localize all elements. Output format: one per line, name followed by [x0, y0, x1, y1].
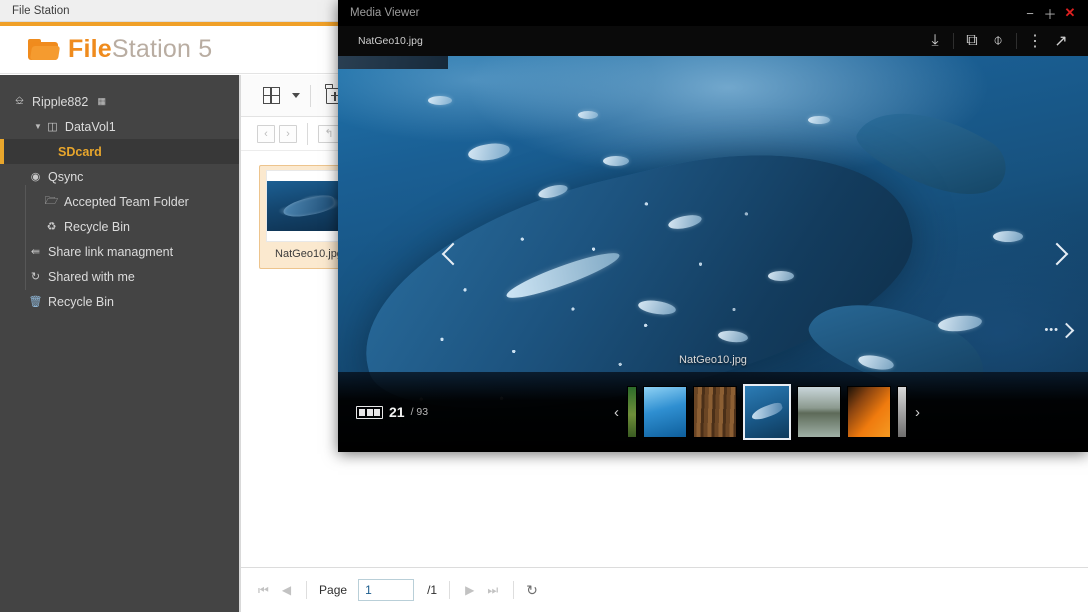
pager-first-button[interactable]: ⏮ [255, 583, 272, 598]
sidebar-item-ripple882[interactable]: ⎒ Ripple882 ▦ [0, 89, 239, 114]
cast-screen-icon[interactable]: ⌽ [985, 32, 1011, 50]
more-menu-icon[interactable]: ⋮ [1022, 31, 1048, 51]
sidebar-item-datavol1[interactable]: ▼ ◫ DataVol1 [0, 114, 239, 139]
pager-divider [449, 581, 450, 599]
pager-divider [513, 581, 514, 599]
sidebar-item-accepted-team-folder[interactable]: 🗁 Accepted Team Folder [0, 189, 239, 214]
media-viewer-toolbar: NatGeo10.jpg ⤓ ⧉ ⌽ ⋮ ↗ [338, 26, 1088, 56]
sidebar: ⎒ Ripple882 ▦ ▼ ◫ DataVol1 SDcard ◉ Qsyn… [0, 75, 240, 612]
photo-counter: 21 / 93 [356, 404, 506, 420]
file-name-label: NatGeo10.jpg [275, 248, 343, 260]
sidebar-item-label: SDcard [58, 145, 102, 159]
filmstrip-thumb[interactable] [643, 386, 687, 438]
prev-photo-button[interactable] [436, 232, 470, 276]
refresh-icon[interactable]: ↻ [526, 582, 538, 599]
grid-view-icon [263, 87, 280, 104]
sidebar-item-shared-with-me[interactable]: ↻ Shared with me [0, 264, 239, 289]
selection-indicator [0, 139, 4, 164]
sidebar-item-recycle-bin[interactable]: 🗑 Recycle Bin [0, 289, 239, 314]
logo-bold-part: File [68, 35, 112, 63]
app-logo-text: FileStation 5 [68, 35, 212, 64]
filmstrip-thumb[interactable] [897, 386, 907, 438]
filmstrip-icon [356, 406, 383, 419]
sidebar-item-label: Accepted Team Folder [64, 195, 189, 209]
volume-icon: ◫ [45, 120, 60, 133]
chevron-left-icon [442, 243, 465, 266]
media-viewer-titlebar: Media Viewer − ＋ ✕ [338, 0, 1088, 26]
ellipsis-icon: ••• [1044, 324, 1059, 336]
pager-prev-button[interactable]: ◀ [279, 583, 294, 597]
counter-total: / 93 [411, 406, 429, 418]
chevron-right-icon [1059, 322, 1075, 338]
pager-divider [306, 581, 307, 599]
qsync-icon: ◉ [28, 170, 43, 183]
filmstrip-thumb[interactable] [797, 386, 841, 438]
nas-server-icon: ⎒ [12, 95, 27, 108]
recycle-icon: ♻ [44, 220, 59, 233]
sidebar-item-label: Recycle Bin [48, 295, 114, 309]
share-link-icon: ⇚ [28, 245, 43, 258]
pager-last-button[interactable]: ⏭ [484, 583, 501, 598]
close-button[interactable]: ✕ [1060, 5, 1080, 21]
trash-icon: 🗑 [28, 295, 43, 308]
grid-view-button[interactable] [257, 82, 285, 110]
sidebar-item-label: Shared with me [48, 270, 135, 284]
chevron-down-icon: ▼ [34, 122, 42, 131]
view-mode-chevron-down-icon[interactable] [292, 93, 300, 98]
media-viewer-stage: ••• NatGeo10.jpg 21 / 93 ‹ [338, 56, 1088, 452]
grid-dots-icon: ▦ [94, 96, 109, 107]
file-station-title: File Station [12, 5, 70, 17]
media-viewer-title: Media Viewer [350, 7, 1020, 19]
filmstrip-next-button[interactable]: › [913, 404, 922, 421]
media-viewer-filename: NatGeo10.jpg [358, 35, 922, 47]
download-icon[interactable]: ⤓ [922, 32, 948, 50]
counter-current: 21 [389, 404, 405, 420]
toolbar-divider [310, 85, 311, 107]
filmstrip-prev-button[interactable]: ‹ [612, 404, 621, 421]
sidebar-item-sdcard[interactable]: SDcard [0, 139, 239, 164]
nav-forward-button[interactable]: › [279, 125, 297, 143]
filmstrip-thumb-selected[interactable] [743, 384, 791, 440]
filmstrip-bar: 21 / 93 ‹ › [338, 372, 1088, 452]
expand-icon[interactable]: ↗ [1048, 31, 1074, 51]
sidebar-item-label: Recycle Bin [64, 220, 130, 234]
filmstrip-thumb[interactable] [627, 386, 637, 438]
photo-caption: NatGeo10.jpg [338, 354, 1088, 366]
chevron-right-icon [1046, 243, 1069, 266]
sidebar-item-label: DataVol1 [65, 120, 116, 134]
pager-next-button[interactable]: ▶ [462, 583, 477, 597]
pagination-bar: ⏮ ◀ Page /1 ▶ ⏭ ↻ [241, 567, 1088, 612]
nav-back-button[interactable]: ‹ [257, 125, 275, 143]
more-photos-button[interactable]: ••• [1044, 324, 1072, 336]
team-folder-icon: 🗁 [44, 192, 59, 211]
media-viewer-window: Media Viewer − ＋ ✕ NatGeo10.jpg ⤓ ⧉ ⌽ ⋮ … [338, 0, 1088, 452]
toolbar-divider [1016, 33, 1017, 49]
sidebar-item-label: Ripple882 [32, 95, 88, 109]
minimize-button[interactable]: − [1020, 6, 1040, 21]
shared-with-me-icon: ↻ [28, 270, 43, 283]
navbar-divider [307, 123, 308, 145]
sidebar-item-label: Share link managment [48, 245, 173, 259]
maximize-button[interactable]: ＋ [1040, 4, 1060, 23]
pager-total-pages: /1 [427, 583, 437, 597]
pager-page-input[interactable] [358, 579, 414, 601]
sidebar-item-share-link-managment[interactable]: ⇚ Share link managment [0, 239, 239, 264]
filmstrip-thumb[interactable] [693, 386, 737, 438]
sidebar-item-qsync-recycle-bin[interactable]: ♻ Recycle Bin [0, 214, 239, 239]
filmstrip-thumb[interactable] [847, 386, 891, 438]
folder-icon [28, 38, 58, 62]
next-photo-button[interactable] [1040, 232, 1074, 276]
sidebar-item-qsync[interactable]: ◉ Qsync [0, 164, 239, 189]
filmstrip-thumbnails: ‹ › [506, 384, 1028, 440]
pager-page-label: Page [319, 583, 347, 597]
logo-light-part: Station 5 [112, 35, 212, 63]
slideshow-icon[interactable]: ⧉ [959, 32, 985, 50]
sidebar-item-label: Qsync [48, 170, 83, 184]
toolbar-divider [953, 33, 954, 49]
nav-up-button[interactable]: ↰ [318, 125, 340, 143]
